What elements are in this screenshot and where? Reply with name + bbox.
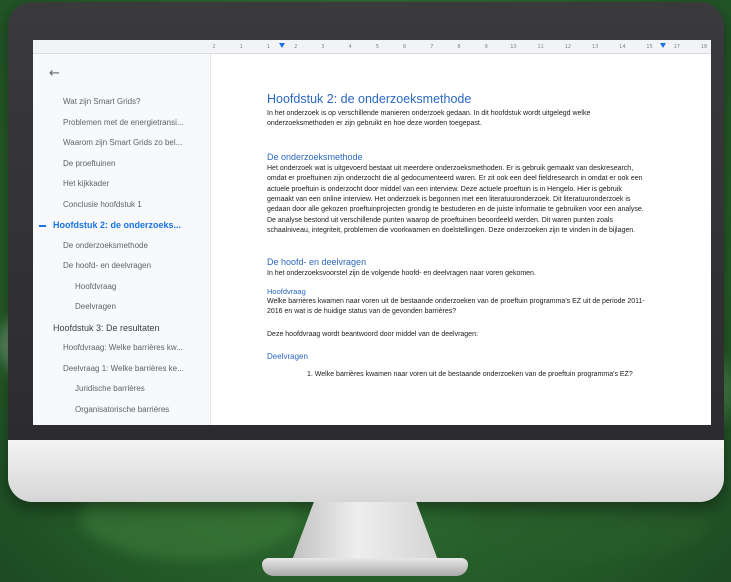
outline-item[interactable]: Deelvragen [33,297,211,318]
ruler-tick: 13 [591,44,599,50]
heading-hoofd-deelvragen: De hoofd- en deelvragen [267,256,367,267]
monitor-chin [8,440,724,502]
heading-onderzoeksmethode: De onderzoeksmethode [267,151,363,162]
heading-chapter-2: Hoofdstuk 2: de onderzoeksmethode [267,92,472,106]
ruler-track: 2 1 1 2 3 4 5 6 7 8 9 10 11 12 13 14 15 17 18 [212,43,708,51]
intro-paragraph: In het onderzoek is op verschillende man… [267,110,591,128]
outline-item[interactable]: Juridische barrières [33,379,211,400]
ruler-tick: 2 [294,44,298,50]
outline-item[interactable]: Conclusie hoofdstuk 1 [33,195,211,216]
outline-item[interactable]: Problemen met de energietransi... [33,113,211,134]
hoofd-deelvragen-paragraph: In het onderzoeksvoorstel zijn de volgen… [267,269,536,277]
outline-item[interactable]: Hoofdvraag: Welke barrières kw... [33,338,211,359]
horizontal-ruler[interactable]: 2 1 1 2 3 4 5 6 7 8 9 10 11 12 13 14 15 17 18 [33,40,711,54]
monitor-stand [291,502,439,562]
back-arrow-icon[interactable]: ← [49,66,60,81]
outline-item[interactable]: De onderzoeksmethode [33,236,211,257]
outline-item[interactable]: Deelvraag 1: Welke barrières ke... [33,359,211,380]
ruler-tick: 12 [564,44,572,50]
ruler-tick: 14 [619,44,626,50]
list-item: 1. Welke barrières kwamen naar voren uit… [307,371,633,379]
ruler-tick: 17 [673,44,680,50]
outline-item[interactable]: Technische barrières [33,420,211,425]
ruler-tick: 7 [430,44,434,50]
ruler-tick: 18 [700,44,708,50]
screen: 2 1 1 2 3 4 5 6 7 8 9 10 11 12 13 14 15 17 18 ← Wat zijn S… [33,40,711,425]
outline-item[interactable]: Wat zijn Smart Grids? [33,92,211,113]
outline-item[interactable]: Hoofdvraag [33,277,211,298]
outline-list: Wat zijn Smart Grids? Problemen met de en… [33,92,211,425]
right-indent-marker[interactable] [660,43,667,48]
outline-item[interactable]: Hoofdstuk 3: De resultaten [33,318,211,339]
ruler-tick: 8 [457,44,461,50]
ruler-tick: 9 [484,44,488,50]
heading-deelvragen: Deelvragen [267,352,308,362]
ruler-tick: 6 [402,44,407,50]
outline-item[interactable]: Het kijkkader [33,174,211,195]
onderzoeksmethode-paragraph: Het onderzoek wat is uitgevoerd bestaat … [267,164,644,235]
ruler-tick: 2 [212,44,216,50]
ruler-tick: 11 [537,44,544,50]
outline-item[interactable]: Waarom zijn Smart Grids zo bel... [33,133,211,154]
ruler-tick: 1 [266,44,271,50]
ruler-tick: 5 [375,44,379,50]
ruler-tick: 1 [239,44,243,50]
ruler-tick: 10 [510,44,517,50]
left-indent-marker[interactable] [279,43,286,48]
hoofdvraag-note: Deze hoofdvraag wordt beantwoord door mi… [267,330,478,338]
outline-item[interactable]: De proeftuinen [33,154,211,175]
outline-item[interactable]: De hoofd- en deelvragen [33,256,211,277]
hoofdvraag-paragraph: Welke barrières kwamen naar voren uit de… [267,298,645,316]
document-page[interactable]: Hoofdstuk 2: de onderzoeksmethode In het… [267,92,645,378]
monitor-base [262,558,468,576]
ruler-tick: 4 [348,44,352,50]
document-outline-sidebar: ← Wat zijn Smart Grids? Problemen met de … [33,54,211,425]
ruler-tick: 3 [321,44,325,50]
outline-item[interactable]: Hoofdstuk 2: de onderzoeks... [33,215,211,236]
heading-hoofdvraag: Hoofdvraag [267,287,306,297]
ruler-tick: 15 [646,44,653,50]
outline-item[interactable]: Organisatorische barrières [33,400,211,421]
